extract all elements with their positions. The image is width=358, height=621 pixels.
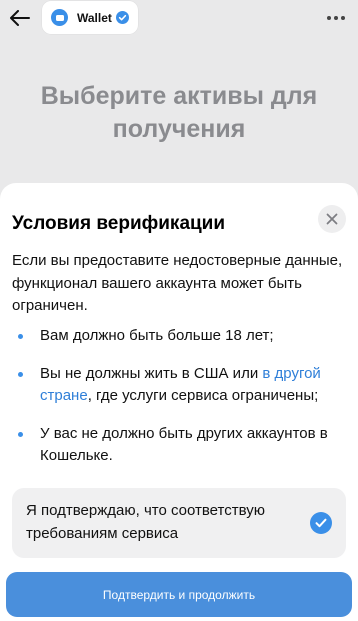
close-button[interactable] <box>318 205 346 233</box>
verification-sheet: Условия верификации Если вы предоставите… <box>0 183 358 621</box>
app-chip[interactable]: Wallet <box>42 1 138 34</box>
requirement-country-text: Вы не должны жить в США или <box>40 364 263 382</box>
more-options-button[interactable] <box>324 6 348 30</box>
ellipsis-icon-dot <box>341 16 345 20</box>
verified-badge-icon <box>115 11 129 24</box>
wallet-logo-icon <box>51 9 68 26</box>
requirement-age: Вам должно быть больше 18 лет; <box>40 327 274 344</box>
list-item: У вас не должно быть других аккаунтов в … <box>0 423 358 468</box>
page-heading: Выберите активы для получения <box>40 82 318 143</box>
checkmark-icon[interactable] <box>310 512 332 534</box>
list-item: Вам должно быть больше 18 лет; <box>0 325 358 348</box>
bullet-dot-icon <box>18 431 23 437</box>
confirm-label: Я подтверждаю, что соответствую требован… <box>26 502 265 542</box>
app-name: Wallet <box>77 10 112 25</box>
requirement-country-text-end: , где услуги сервиса ограничены; <box>87 387 319 404</box>
arrow-left-icon <box>10 10 30 26</box>
sheet-title: Условия верификации <box>12 213 226 234</box>
back-button[interactable] <box>6 4 34 32</box>
requirements-list: Вам должно быть больше 18 лет; Вы не дол… <box>0 325 358 468</box>
confirm-checkbox-row[interactable]: Я подтверждаю, что соответствую требован… <box>12 488 346 558</box>
close-icon <box>326 213 338 225</box>
sheet-intro-text: Если вы предоставите недостоверные данны… <box>12 252 343 314</box>
requirement-accounts: У вас не должно быть других аккаунтов в … <box>40 424 328 465</box>
bullet-dot-icon <box>18 371 23 377</box>
top-bar: Wallet <box>0 0 358 36</box>
ellipsis-icon-dot <box>334 16 338 20</box>
ellipsis-icon-dot <box>327 16 331 20</box>
list-item: Вы не должны жить в США или в другой стр… <box>0 363 358 408</box>
bullet-dot-icon <box>18 334 23 339</box>
confirm-and-continue-button[interactable]: Подтвердить и продолжить <box>6 572 352 617</box>
